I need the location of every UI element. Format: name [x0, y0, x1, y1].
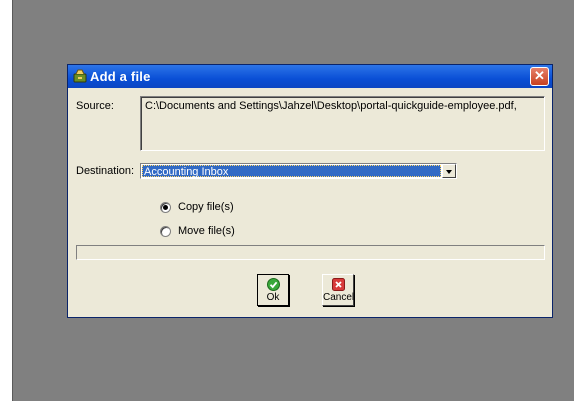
dropdown-button[interactable]: [442, 164, 456, 178]
cancel-button[interactable]: Cancel: [322, 274, 354, 306]
x-icon: [332, 278, 345, 291]
add-file-dialog: Add a file ✕ Source: C:\Documents and Se…: [67, 64, 553, 318]
close-icon: ✕: [534, 68, 545, 83]
move-radio[interactable]: [160, 225, 171, 237]
source-label: Source:: [76, 100, 114, 112]
copy-radio[interactable]: [160, 201, 171, 213]
dialog-titlebar[interactable]: Add a file ✕: [68, 65, 552, 88]
checkmark-icon: [267, 278, 280, 291]
progress-bar: [76, 245, 545, 260]
destination-label: Destination:: [76, 165, 135, 177]
move-files-option[interactable]: Move file(s): [160, 225, 235, 237]
move-label: Move file(s): [178, 225, 235, 237]
destination-select[interactable]: Accounting Inbox: [140, 163, 457, 179]
chevron-down-icon: [446, 170, 452, 174]
app-icon: [73, 69, 87, 83]
copy-files-option[interactable]: Copy file(s): [160, 201, 234, 213]
copy-label: Copy file(s): [178, 201, 234, 213]
close-button[interactable]: ✕: [530, 67, 549, 86]
dialog-title: Add a file: [90, 69, 151, 84]
cancel-label: Cancel: [323, 292, 355, 303]
ok-label: Ok: [266, 292, 280, 303]
source-field[interactable]: C:\Documents and Settings\Jahzel\Desktop…: [140, 96, 545, 151]
radio-selected-dot: [163, 204, 168, 210]
destination-value: Accounting Inbox: [142, 165, 441, 178]
desktop-background: Add a file ✕ Source: C:\Documents and Se…: [12, 0, 574, 401]
ok-button[interactable]: Ok: [257, 274, 289, 306]
source-value: C:\Documents and Settings\Jahzel\Desktop…: [145, 100, 517, 112]
